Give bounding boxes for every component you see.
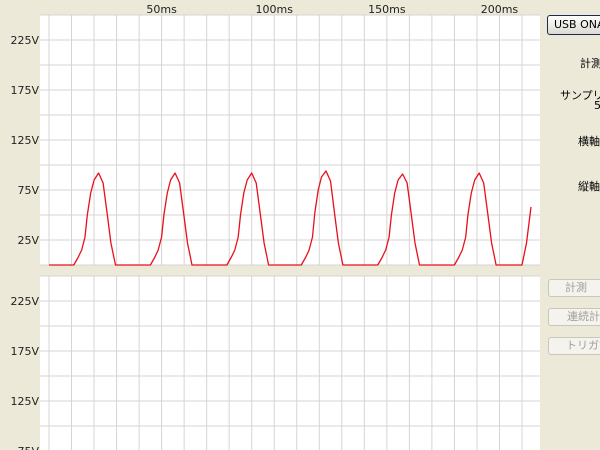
measure-label: 計測: [580, 57, 600, 70]
vertical-axis-label: 縦軸: [578, 180, 600, 193]
continuous-measure-button[interactable]: 連続計: [548, 308, 600, 326]
x-tick-label: 150ms: [368, 3, 406, 16]
y-tick-label: 175V: [10, 84, 39, 97]
y-tick-label: 75V: [17, 445, 39, 450]
trigger-measure-button[interactable]: トリガ計: [548, 337, 600, 355]
y-tick-label: 225V: [10, 295, 39, 308]
oscilloscope-display: 50ms 100ms 150ms 200ms 25V 75V 125V 175V 225V 75…: [10, 3, 540, 450]
x-tick-label: 100ms: [256, 3, 294, 16]
upper-plot: 50ms 100ms 150ms 200ms 25V 75V 125V 175V 225V: [10, 3, 540, 266]
y-tick-label: 175V: [10, 345, 39, 358]
sampling-value: 5: [594, 99, 600, 112]
horizontal-axis-label: 横軸: [578, 135, 600, 148]
y-tick-label: 125V: [10, 395, 39, 408]
x-tick-label: 200ms: [481, 3, 519, 16]
y-tick-label: 75V: [17, 184, 39, 197]
measure-button[interactable]: 計測: [548, 279, 600, 297]
lower-plot: 75V 125V 175V 225V: [10, 275, 540, 450]
plot-area: [40, 276, 540, 450]
x-tick-label: 50ms: [146, 3, 177, 16]
usb-connect-button[interactable]: USB ONA: [547, 15, 600, 35]
y-tick-label: 225V: [10, 34, 39, 47]
y-tick-label: 125V: [10, 134, 39, 147]
y-tick-label: 25V: [17, 234, 39, 247]
control-panel: USB ONA 計測 サンプリン 5 横軸 縦軸 計測 連続計 トリガ計: [540, 0, 600, 450]
